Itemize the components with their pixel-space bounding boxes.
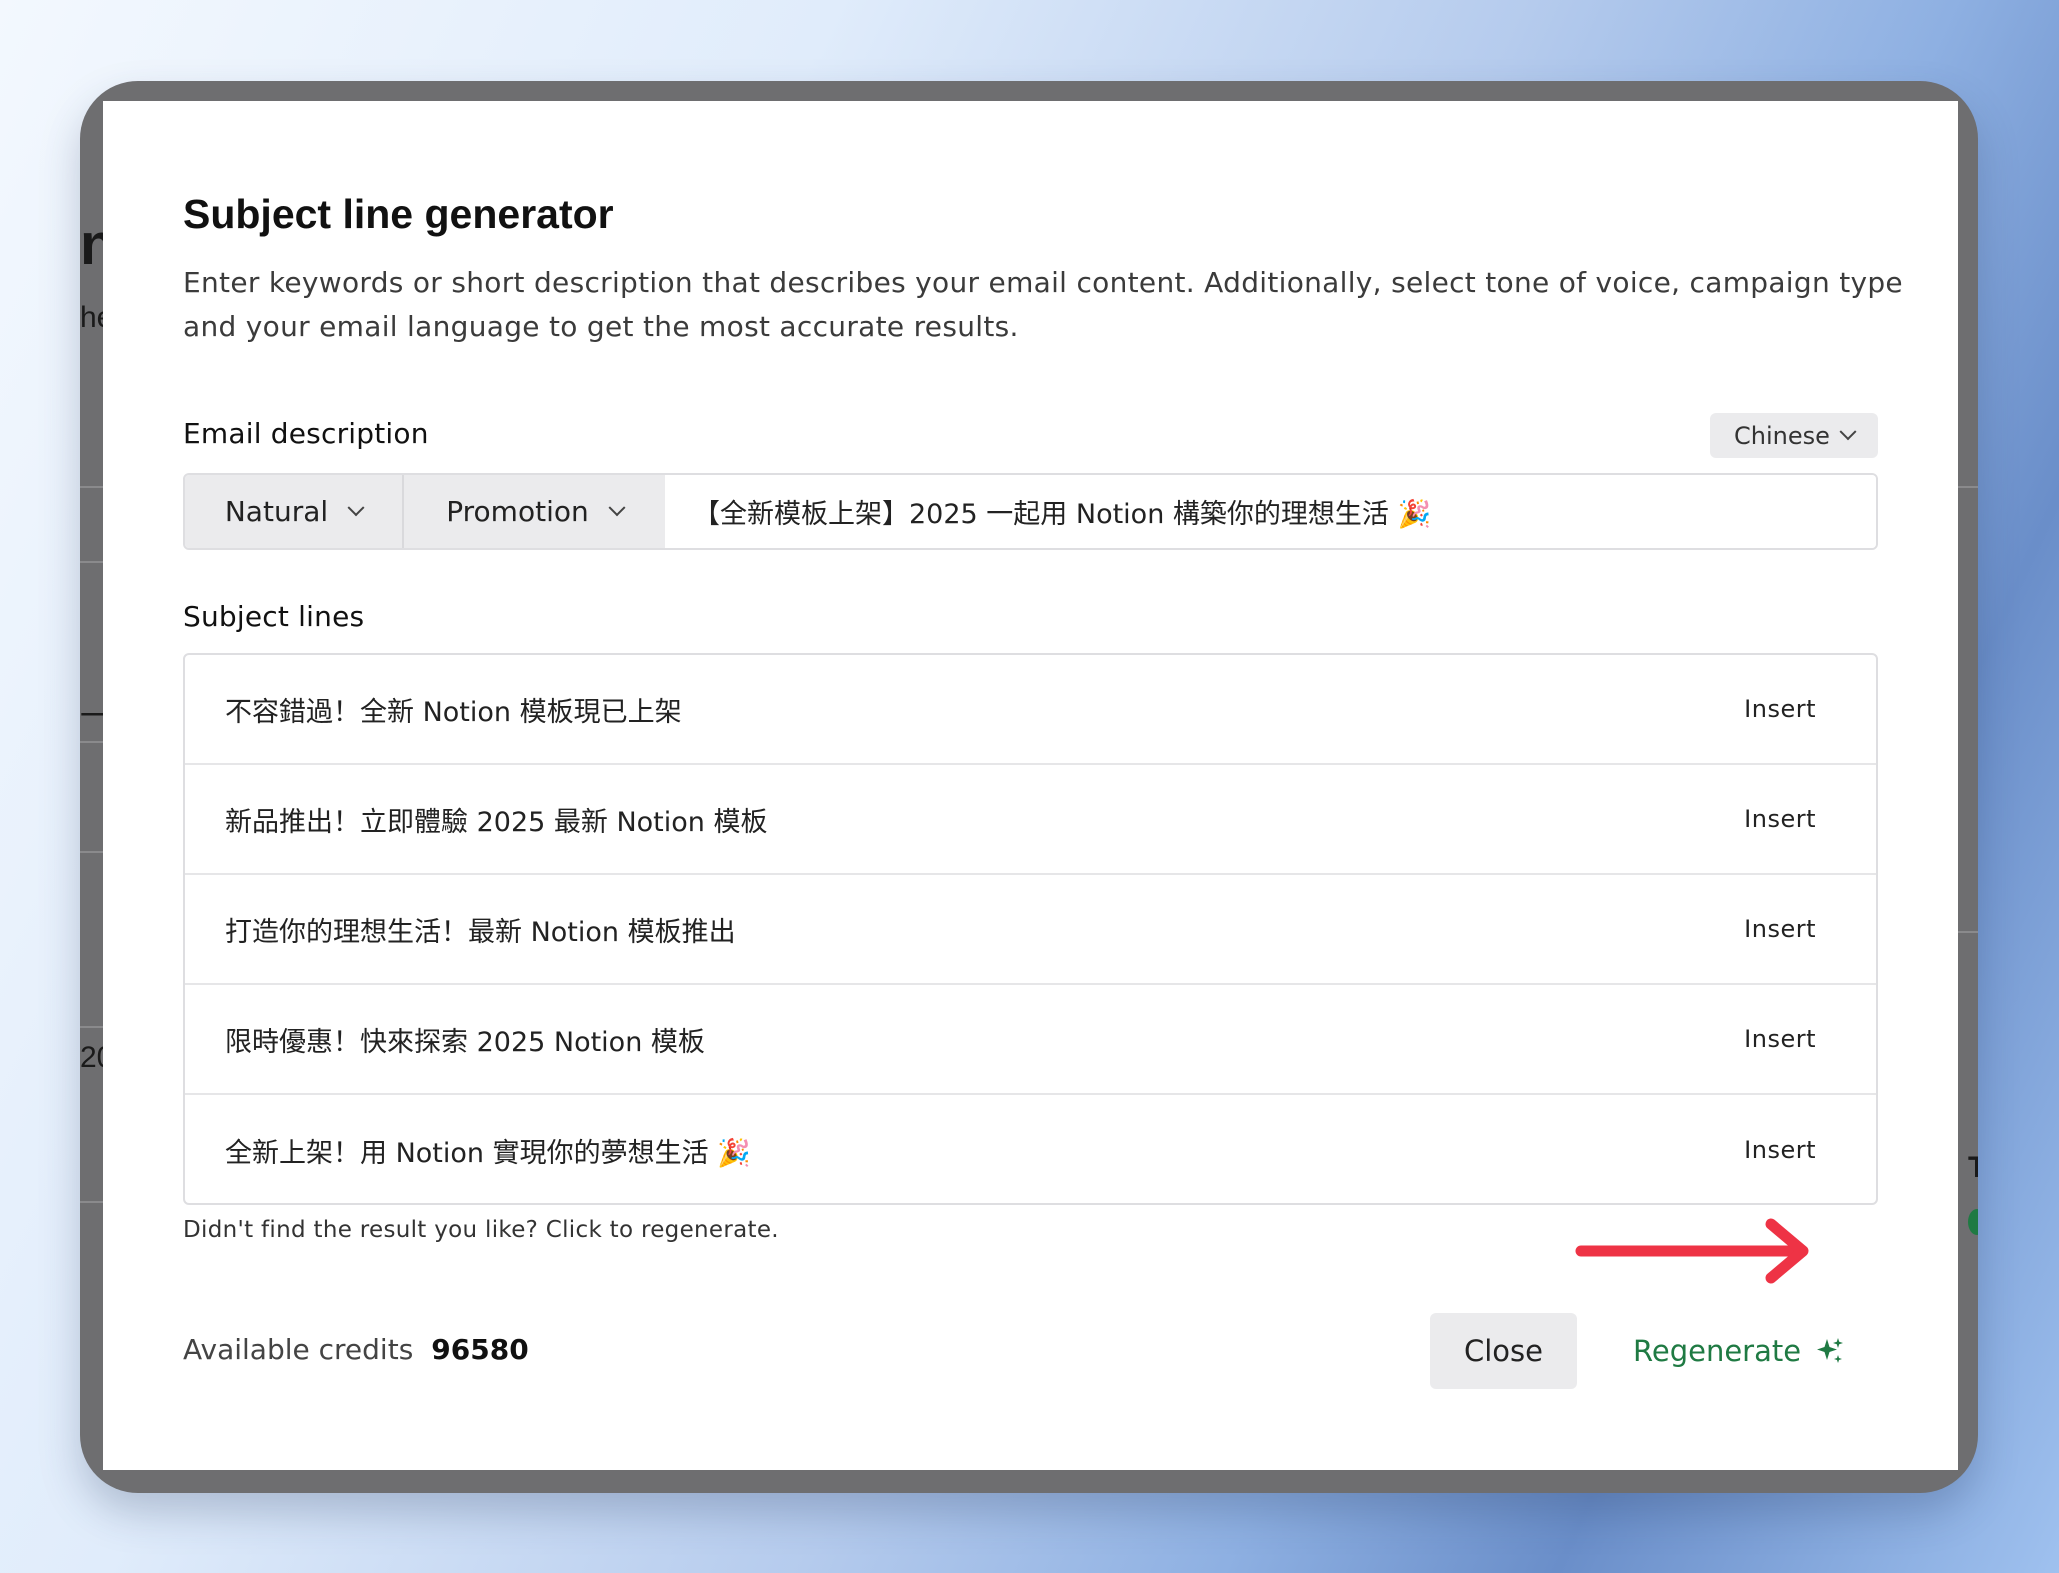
regenerate-button[interactable]: Regenerate (1623, 1313, 1855, 1389)
campaign-type-select[interactable]: Promotion (404, 475, 665, 548)
available-credits: Available credits 96580 (183, 1333, 529, 1366)
subject-lines-list: 不容錯過！全新 Notion 模板現已上架 Insert 新品推出！立即體驗 2… (183, 653, 1878, 1205)
regenerate-hint: Didn't find the result you like? Click t… (183, 1217, 779, 1243)
sparkle-icon (1817, 1338, 1844, 1363)
insert-button[interactable]: Insert (1744, 695, 1816, 723)
credits-value: 96580 (431, 1333, 529, 1366)
behind-text: T (1968, 1151, 1978, 1184)
subject-line-row: 打造你的理想生活！最新 Notion 模板推出 Insert (185, 875, 1876, 985)
chevron-down-icon (608, 498, 626, 516)
behind-status-dot (1968, 1209, 1978, 1235)
chevron-down-icon (1839, 422, 1857, 440)
dialog-title: Subject line generator (183, 191, 614, 237)
insert-button[interactable]: Insert (1744, 805, 1816, 833)
language-select[interactable]: Chinese (1710, 413, 1878, 458)
subject-line-text: 新品推出！立即體驗 2025 最新 Notion 模板 (225, 806, 768, 838)
tone-select-value: Natural (224, 495, 329, 528)
campaign-select-value: Promotion (446, 495, 589, 528)
subject-line-generator-dialog: Subject line generator Enter keywords or… (103, 101, 1958, 1470)
email-description-input[interactable] (665, 475, 1876, 548)
credits-label: Available credits (183, 1333, 414, 1366)
chevron-down-icon (347, 498, 365, 516)
subject-line-text: 全新上架！用 Notion 實現你的夢想生活 🎉 (225, 1137, 751, 1169)
insert-button[interactable]: Insert (1744, 1025, 1816, 1053)
email-description-input-group: Natural Promotion (183, 473, 1878, 550)
language-select-value: Chinese (1734, 421, 1830, 450)
subject-line-text: 限時優惠！快來探索 2025 Notion 模板 (225, 1026, 705, 1058)
insert-button[interactable]: Insert (1744, 1136, 1816, 1164)
regenerate-label: Regenerate (1633, 1334, 1802, 1368)
subject-line-row: 不容錯過！全新 Notion 模板現已上架 Insert (185, 655, 1876, 765)
subject-lines-label: Subject lines (183, 600, 365, 633)
close-button[interactable]: Close (1430, 1313, 1577, 1389)
behind-divider (1958, 486, 1978, 488)
subject-line-text: 不容錯過！全新 Notion 模板現已上架 (225, 696, 682, 728)
subject-line-row: 新品推出！立即體驗 2025 最新 Notion 模板 Insert (185, 765, 1876, 875)
annotation-arrow-icon (1575, 1218, 1809, 1284)
subject-line-row: 全新上架！用 Notion 實現你的夢想生活 🎉 Insert (185, 1095, 1876, 1203)
dialog-description: Enter keywords or short description that… (183, 266, 1903, 343)
subject-line-row: 限時優惠！快來探索 2025 Notion 模板 Insert (185, 985, 1876, 1095)
behind-divider (1958, 931, 1978, 933)
email-description-label: Email description (183, 417, 429, 450)
tone-select[interactable]: Natural (185, 475, 404, 548)
subject-line-text: 打造你的理想生活！最新 Notion 模板推出 (225, 916, 736, 948)
insert-button[interactable]: Insert (1744, 915, 1816, 943)
